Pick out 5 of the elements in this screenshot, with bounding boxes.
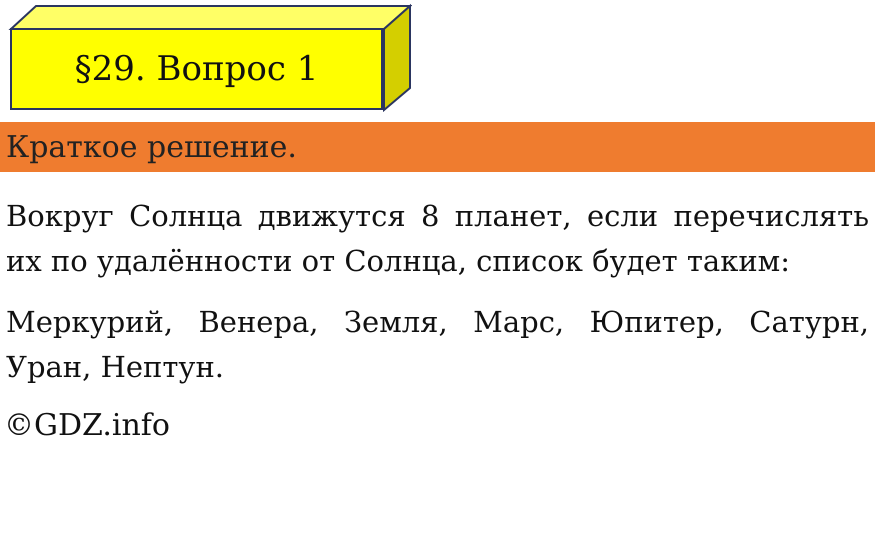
answer-paragraph: Вокруг Солнца движутся 8 планет, если перечислять их по удалённости от Солнца, список будет таким:: [6, 198, 869, 280]
section-bar: Краткое решение.: [0, 122, 875, 172]
title-label: §29. Вопрос 1: [10, 28, 383, 110]
answer-paragraph: Меркурий, Венера, Земля, Марс, Юпитер, Сатурн, Уран, Нептун.: [6, 304, 869, 386]
copyright-text: ©GDZ.info: [4, 408, 171, 443]
